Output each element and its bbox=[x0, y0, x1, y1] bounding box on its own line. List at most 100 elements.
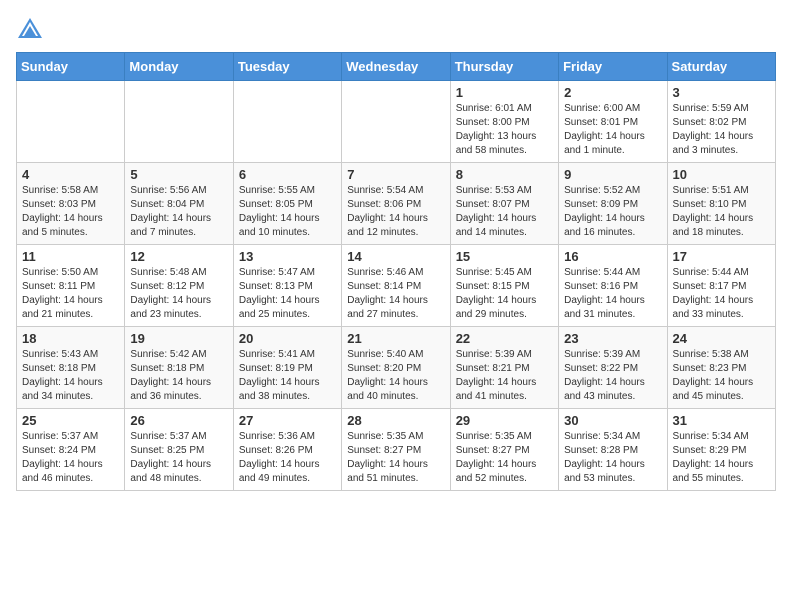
logo bbox=[16, 16, 48, 44]
day-info: Sunrise: 5:53 AM Sunset: 8:07 PM Dayligh… bbox=[456, 184, 553, 240]
day-cell bbox=[125, 81, 233, 163]
day-cell: 20Sunrise: 5:41 AM Sunset: 8:19 PM Dayli… bbox=[233, 327, 341, 409]
day-number: 25 bbox=[22, 413, 119, 428]
day-number: 12 bbox=[130, 249, 227, 264]
calendar-table: SundayMondayTuesdayWednesdayThursdayFrid… bbox=[16, 52, 776, 491]
day-header-monday: Monday bbox=[125, 53, 233, 81]
day-number: 3 bbox=[673, 85, 770, 100]
day-header-wednesday: Wednesday bbox=[342, 53, 450, 81]
day-cell: 14Sunrise: 5:46 AM Sunset: 8:14 PM Dayli… bbox=[342, 245, 450, 327]
day-info: Sunrise: 5:44 AM Sunset: 8:16 PM Dayligh… bbox=[564, 266, 661, 322]
day-info: Sunrise: 5:40 AM Sunset: 8:20 PM Dayligh… bbox=[347, 348, 444, 404]
day-info: Sunrise: 5:35 AM Sunset: 8:27 PM Dayligh… bbox=[347, 430, 444, 486]
day-number: 20 bbox=[239, 331, 336, 346]
day-cell bbox=[233, 81, 341, 163]
day-info: Sunrise: 5:44 AM Sunset: 8:17 PM Dayligh… bbox=[673, 266, 770, 322]
day-info: Sunrise: 5:55 AM Sunset: 8:05 PM Dayligh… bbox=[239, 184, 336, 240]
day-number: 28 bbox=[347, 413, 444, 428]
day-cell: 19 Sunrise: 5:42 AM Sunset: 8:18 PM Dayli… bbox=[125, 327, 233, 409]
day-info: Sunrise: 5:56 AM Sunset: 8:04 PM Dayligh… bbox=[130, 184, 227, 240]
day-cell: 10 Sunrise: 5:51 AM Sunset: 8:10 PM Dayli… bbox=[667, 163, 775, 245]
day-info: Sunrise: 5:42 AM Sunset: 8:18 PM Dayligh… bbox=[130, 348, 227, 404]
day-info: Sunrise: 5:51 AM Sunset: 8:10 PM Dayligh… bbox=[673, 184, 770, 240]
day-number: 1 bbox=[456, 85, 553, 100]
day-cell: 29 Sunrise: 5:35 AM Sunset: 8:27 PM Dayli… bbox=[450, 409, 558, 491]
day-cell: 31 Sunrise: 5:34 AM Sunset: 8:29 PM Dayli… bbox=[667, 409, 775, 491]
day-info: Sunrise: 5:43 AM Sunset: 8:18 PM Dayligh… bbox=[22, 348, 119, 404]
day-cell: 25 Sunrise: 5:37 AM Sunset: 8:24 PM Dayli… bbox=[17, 409, 125, 491]
day-cell: 3Sunrise: 5:59 AM Sunset: 8:02 PM Daylig… bbox=[667, 81, 775, 163]
day-number: 30 bbox=[564, 413, 661, 428]
day-number: 10 bbox=[673, 167, 770, 182]
day-number: 17 bbox=[673, 249, 770, 264]
day-cell: 15 Sunrise: 5:45 AM Sunset: 8:15 PM Dayli… bbox=[450, 245, 558, 327]
day-cell bbox=[342, 81, 450, 163]
day-info: Sunrise: 5:46 AM Sunset: 8:14 PM Dayligh… bbox=[347, 266, 444, 322]
day-cell: 12Sunrise: 5:48 AM Sunset: 8:12 PM Dayli… bbox=[125, 245, 233, 327]
day-header-tuesday: Tuesday bbox=[233, 53, 341, 81]
day-number: 5 bbox=[130, 167, 227, 182]
week-row-3: 11 Sunrise: 5:50 AM Sunset: 8:11 PM Dayli… bbox=[17, 245, 776, 327]
day-info: Sunrise: 5:35 AM Sunset: 8:27 PM Dayligh… bbox=[456, 430, 553, 486]
day-cell: 30Sunrise: 5:34 AM Sunset: 8:28 PM Dayli… bbox=[559, 409, 667, 491]
day-number: 16 bbox=[564, 249, 661, 264]
day-info: Sunrise: 5:39 AM Sunset: 8:21 PM Dayligh… bbox=[456, 348, 553, 404]
day-number: 7 bbox=[347, 167, 444, 182]
day-cell: 18 Sunrise: 5:43 AM Sunset: 8:18 PM Dayli… bbox=[17, 327, 125, 409]
day-info: Sunrise: 5:34 AM Sunset: 8:29 PM Dayligh… bbox=[673, 430, 770, 486]
day-number: 21 bbox=[347, 331, 444, 346]
day-cell: 5 Sunrise: 5:56 AM Sunset: 8:04 PM Daylig… bbox=[125, 163, 233, 245]
day-number: 18 bbox=[22, 331, 119, 346]
day-number: 11 bbox=[22, 249, 119, 264]
day-cell: 7 Sunrise: 5:54 AM Sunset: 8:06 PM Daylig… bbox=[342, 163, 450, 245]
day-info: Sunrise: 5:39 AM Sunset: 8:22 PM Dayligh… bbox=[564, 348, 661, 404]
day-info: Sunrise: 5:58 AM Sunset: 8:03 PM Dayligh… bbox=[22, 184, 119, 240]
day-cell bbox=[17, 81, 125, 163]
day-cell: 23 Sunrise: 5:39 AM Sunset: 8:22 PM Dayli… bbox=[559, 327, 667, 409]
day-info: Sunrise: 6:01 AM Sunset: 8:00 PM Dayligh… bbox=[456, 102, 553, 158]
day-info: Sunrise: 5:50 AM Sunset: 8:11 PM Dayligh… bbox=[22, 266, 119, 322]
day-cell: 27Sunrise: 5:36 AM Sunset: 8:26 PM Dayli… bbox=[233, 409, 341, 491]
week-row-1: 1 Sunrise: 6:01 AM Sunset: 8:00 PM Daylig… bbox=[17, 81, 776, 163]
day-cell: 24Sunrise: 5:38 AM Sunset: 8:23 PM Dayli… bbox=[667, 327, 775, 409]
day-cell: 8Sunrise: 5:53 AM Sunset: 8:07 PM Daylig… bbox=[450, 163, 558, 245]
calendar-header-row: SundayMondayTuesdayWednesdayThursdayFrid… bbox=[17, 53, 776, 81]
day-number: 6 bbox=[239, 167, 336, 182]
day-number: 23 bbox=[564, 331, 661, 346]
week-row-4: 18 Sunrise: 5:43 AM Sunset: 8:18 PM Dayli… bbox=[17, 327, 776, 409]
day-cell: 4 Sunrise: 5:58 AM Sunset: 8:03 PM Daylig… bbox=[17, 163, 125, 245]
day-cell: 13 Sunrise: 5:47 AM Sunset: 8:13 PM Dayli… bbox=[233, 245, 341, 327]
page-header bbox=[16, 16, 776, 44]
day-info: Sunrise: 5:38 AM Sunset: 8:23 PM Dayligh… bbox=[673, 348, 770, 404]
logo-icon bbox=[16, 16, 44, 44]
day-cell: 28 Sunrise: 5:35 AM Sunset: 8:27 PM Dayli… bbox=[342, 409, 450, 491]
day-cell: 16 Sunrise: 5:44 AM Sunset: 8:16 PM Dayli… bbox=[559, 245, 667, 327]
day-number: 15 bbox=[456, 249, 553, 264]
day-cell: 21 Sunrise: 5:40 AM Sunset: 8:20 PM Dayli… bbox=[342, 327, 450, 409]
day-info: Sunrise: 5:37 AM Sunset: 8:25 PM Dayligh… bbox=[130, 430, 227, 486]
day-cell: 1 Sunrise: 6:01 AM Sunset: 8:00 PM Daylig… bbox=[450, 81, 558, 163]
day-number: 9 bbox=[564, 167, 661, 182]
day-cell: 9 Sunrise: 5:52 AM Sunset: 8:09 PM Daylig… bbox=[559, 163, 667, 245]
day-info: Sunrise: 5:54 AM Sunset: 8:06 PM Dayligh… bbox=[347, 184, 444, 240]
day-info: Sunrise: 5:45 AM Sunset: 8:15 PM Dayligh… bbox=[456, 266, 553, 322]
day-number: 31 bbox=[673, 413, 770, 428]
day-cell: 2Sunrise: 6:00 AM Sunset: 8:01 PM Daylig… bbox=[559, 81, 667, 163]
day-header-friday: Friday bbox=[559, 53, 667, 81]
day-info: Sunrise: 6:00 AM Sunset: 8:01 PM Dayligh… bbox=[564, 102, 661, 158]
day-cell: 22Sunrise: 5:39 AM Sunset: 8:21 PM Dayli… bbox=[450, 327, 558, 409]
day-number: 26 bbox=[130, 413, 227, 428]
day-header-thursday: Thursday bbox=[450, 53, 558, 81]
day-number: 4 bbox=[22, 167, 119, 182]
day-info: Sunrise: 5:52 AM Sunset: 8:09 PM Dayligh… bbox=[564, 184, 661, 240]
day-info: Sunrise: 5:37 AM Sunset: 8:24 PM Dayligh… bbox=[22, 430, 119, 486]
day-header-sunday: Sunday bbox=[17, 53, 125, 81]
day-info: Sunrise: 5:36 AM Sunset: 8:26 PM Dayligh… bbox=[239, 430, 336, 486]
day-number: 13 bbox=[239, 249, 336, 264]
day-number: 29 bbox=[456, 413, 553, 428]
day-cell: 11 Sunrise: 5:50 AM Sunset: 8:11 PM Dayli… bbox=[17, 245, 125, 327]
day-number: 19 bbox=[130, 331, 227, 346]
day-header-saturday: Saturday bbox=[667, 53, 775, 81]
day-info: Sunrise: 5:47 AM Sunset: 8:13 PM Dayligh… bbox=[239, 266, 336, 322]
day-cell: 6 Sunrise: 5:55 AM Sunset: 8:05 PM Daylig… bbox=[233, 163, 341, 245]
